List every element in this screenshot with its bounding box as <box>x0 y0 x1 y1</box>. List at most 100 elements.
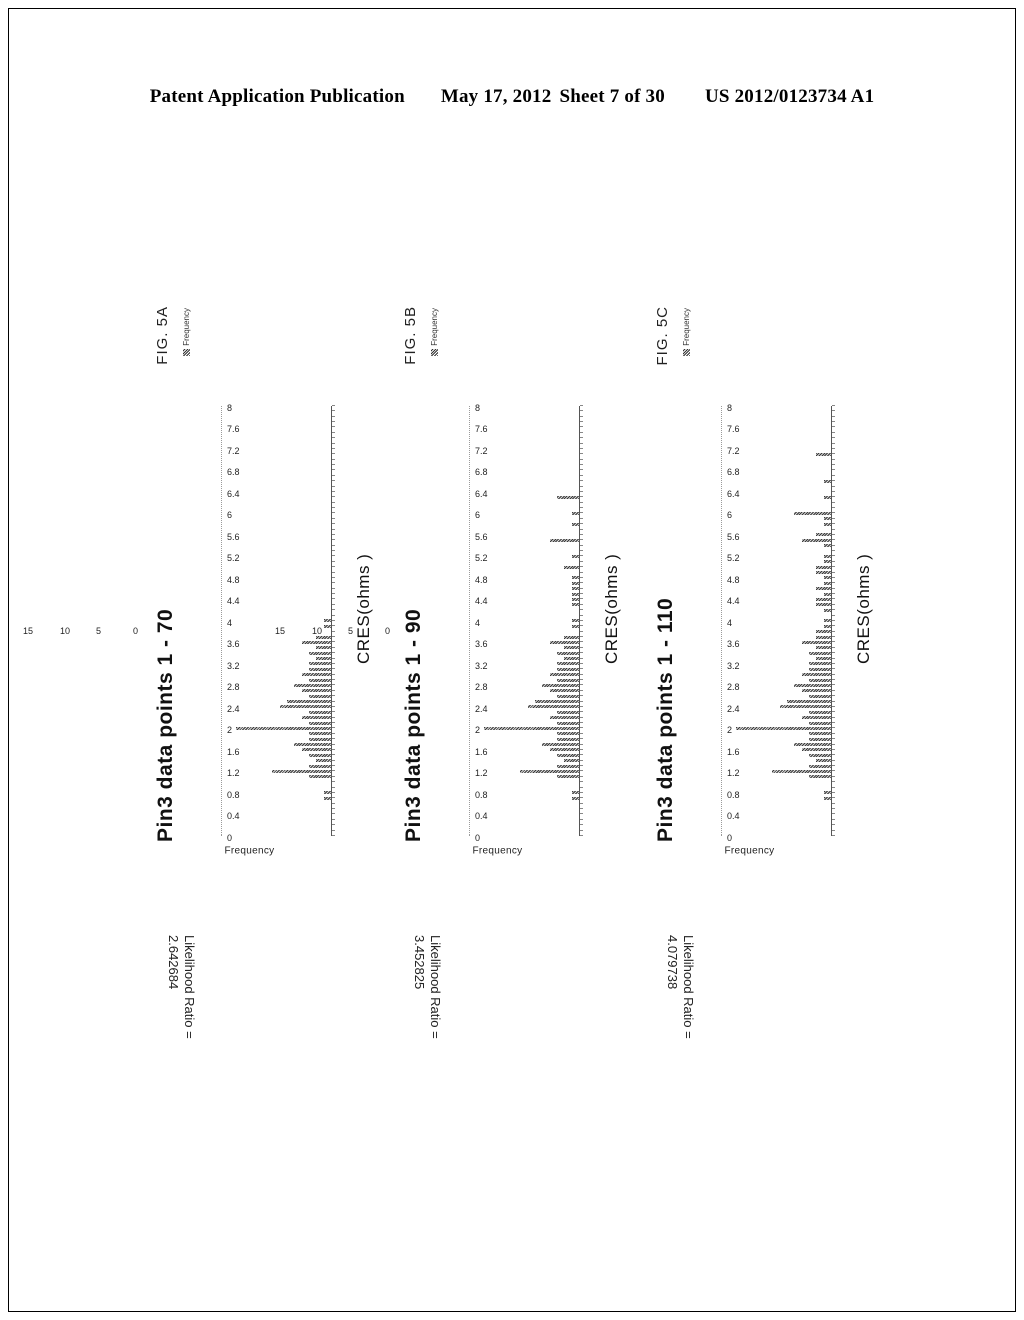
bar <box>809 667 831 671</box>
x-tick-label: 0.8 <box>227 790 240 800</box>
bar <box>816 635 831 639</box>
x-tick <box>832 480 835 482</box>
x-tick <box>332 792 335 793</box>
bar <box>809 732 831 736</box>
x-tick <box>832 732 835 734</box>
bar <box>823 796 831 800</box>
x-tick <box>580 813 583 815</box>
x-tick <box>580 464 583 466</box>
x-tick <box>580 544 583 546</box>
x-tick <box>832 722 835 724</box>
header-sheet: Sheet 7 of 30 <box>559 86 665 107</box>
x-tick-label: 6.4 <box>227 489 240 499</box>
x-tick <box>832 523 835 525</box>
bar <box>294 743 331 747</box>
x-tick <box>580 598 583 600</box>
x-tick <box>332 421 335 423</box>
x-tick-label: 6.8 <box>727 467 740 478</box>
x-tick <box>832 582 835 584</box>
x-tick <box>332 566 335 568</box>
x-tick <box>332 539 335 541</box>
x-tick <box>580 431 583 433</box>
x-axis-line <box>831 406 832 836</box>
x-tick <box>832 474 835 476</box>
chart-title: Pin3 data points 1 - 70 <box>154 608 177 842</box>
x-tick <box>832 405 835 406</box>
x-tick <box>580 528 583 530</box>
x-tick <box>332 657 335 659</box>
x-tick <box>332 770 335 772</box>
x-tick <box>332 507 335 509</box>
bar <box>823 495 831 499</box>
x-tick-label: 7.2 <box>727 446 740 456</box>
bar <box>823 608 831 612</box>
x-tick <box>580 835 583 836</box>
x-tick-label: 3.6 <box>727 639 740 650</box>
bar <box>557 651 579 655</box>
bar <box>309 710 331 714</box>
bar <box>527 705 579 709</box>
x-tick <box>580 593 583 595</box>
bar <box>309 764 331 768</box>
x-tick <box>580 620 583 621</box>
bar <box>823 544 831 548</box>
bar <box>549 716 579 720</box>
bar <box>557 667 579 671</box>
x-tick <box>580 474 583 476</box>
bar <box>309 775 331 779</box>
x-tick <box>332 458 335 460</box>
x-tick <box>332 813 335 815</box>
x-tick <box>332 512 335 514</box>
x-tick <box>332 405 335 406</box>
bar <box>309 753 331 757</box>
x-tick <box>580 743 583 745</box>
x-tick-label: 4.8 <box>727 575 740 585</box>
x-tick-label: 0.8 <box>475 790 488 800</box>
x-tick <box>832 534 835 535</box>
x-tick <box>832 835 835 836</box>
x-tick <box>580 802 583 804</box>
x-tick <box>332 700 335 702</box>
bar <box>301 641 331 644</box>
x-tick <box>832 598 835 600</box>
x-tick <box>832 560 835 562</box>
x-tick <box>832 571 835 573</box>
x-tick-label: 4 <box>727 618 733 628</box>
x-tick <box>332 835 335 836</box>
x-tick <box>580 700 583 702</box>
x-tick-label: 2 <box>727 725 733 736</box>
x-tick <box>580 512 583 514</box>
bar <box>816 657 831 661</box>
x-tick <box>332 480 335 482</box>
legend-label: Frequency <box>430 308 439 346</box>
x-tick <box>332 555 335 557</box>
plot-area: 05101500.40.81.21.622.42.83.23.644.44.85… <box>275 403 835 843</box>
x-tick <box>580 792 583 793</box>
x-tick <box>832 743 835 745</box>
x-tick <box>332 620 335 621</box>
x-tick-label: 7.6 <box>475 424 488 435</box>
x-tick-label: 8 <box>727 403 733 413</box>
x-tick-label: 3.2 <box>227 661 240 671</box>
x-tick-label: 2.4 <box>475 704 488 714</box>
bar <box>279 705 331 709</box>
x-tick <box>580 775 583 777</box>
x-tick <box>832 727 835 729</box>
bar <box>571 796 579 800</box>
bar <box>823 555 831 558</box>
x-tick <box>832 754 835 756</box>
x-tick-label: 2.4 <box>727 704 740 714</box>
bar <box>557 678 579 682</box>
x-tick <box>332 609 335 611</box>
x-tick-label: 4.8 <box>475 575 488 585</box>
x-tick <box>832 636 835 638</box>
header-date: May 17, 2012 <box>440 86 552 107</box>
x-tick <box>332 775 335 777</box>
bar <box>801 748 831 752</box>
x-tick <box>332 641 335 643</box>
x-tick <box>580 689 583 691</box>
x-axis-line <box>331 406 332 836</box>
x-tick <box>580 765 583 767</box>
bar <box>816 646 831 650</box>
bar <box>779 705 831 709</box>
